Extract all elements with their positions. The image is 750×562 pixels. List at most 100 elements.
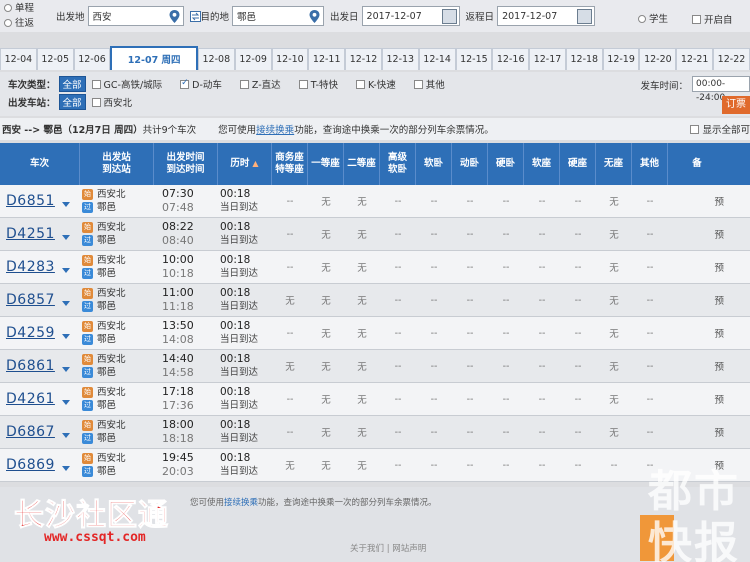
- train-type-option[interactable]: K-快速: [356, 77, 396, 91]
- checkbox-icon[interactable]: [180, 78, 190, 89]
- from-input[interactable]: 西安: [87, 6, 184, 26]
- date-tab[interactable]: 12-12: [345, 48, 382, 70]
- expand-arrow-icon[interactable]: [61, 267, 70, 273]
- train-number-link[interactable]: D4261: [6, 391, 55, 407]
- station-all-button[interactable]: 全部: [58, 94, 86, 110]
- expand-arrow-icon[interactable]: [61, 300, 70, 306]
- train-type-option[interactable]: D-动车: [180, 77, 222, 91]
- seat-availability: --: [574, 228, 582, 240]
- expand-arrow-icon[interactable]: [61, 432, 70, 438]
- date-tab[interactable]: 12-05: [36, 48, 74, 70]
- calendar-icon[interactable]: [577, 9, 593, 24]
- date-tab[interactable]: 12-14: [418, 48, 456, 70]
- table-row[interactable]: D6869 始西安北过鄠邑 19:45 20:03 00:18 当日到达无无无 -- -- --…: [0, 449, 750, 482]
- map-pin-icon[interactable]: [309, 10, 320, 23]
- single-trip-radio[interactable]: 单程: [4, 1, 50, 16]
- map-pin-icon[interactable]: [169, 10, 180, 23]
- calendar-icon[interactable]: [441, 9, 457, 24]
- date-tab[interactable]: 12-11: [308, 48, 346, 70]
- checkbox-icon[interactable]: [692, 15, 701, 24]
- expand-arrow-icon[interactable]: [61, 234, 70, 240]
- checkbox-icon[interactable]: [91, 80, 101, 89]
- train-number-link[interactable]: D6857: [6, 292, 55, 308]
- checkbox-icon[interactable]: [298, 80, 308, 89]
- book-cell[interactable]: 预: [668, 416, 726, 448]
- radio-icon[interactable]: [4, 4, 12, 12]
- date-tab[interactable]: 12-19: [602, 48, 640, 70]
- table-row[interactable]: D6851 始西安北过鄠邑 07:30 07:48 00:18 当日到达 -- 无无 -- -- -…: [0, 185, 750, 218]
- book-cell[interactable]: 预: [668, 284, 726, 316]
- depart-time-select[interactable]: 00:00--24:00: [692, 76, 750, 103]
- checkbox-icon[interactable]: [690, 125, 700, 134]
- table-row[interactable]: D4251 始西安北过鄠邑 08:22 08:40 00:18 当日到达 -- 无无 -- -- -…: [0, 218, 750, 251]
- footer-links[interactable]: 关于我们 | 网站声明: [350, 542, 426, 554]
- book-cell[interactable]: 预: [668, 350, 726, 382]
- return-date-input[interactable]: 2017-12-07: [497, 6, 596, 26]
- train-number-link[interactable]: D6867: [6, 424, 55, 440]
- expand-arrow-icon[interactable]: [61, 201, 70, 207]
- depart-date-input[interactable]: 2017-12-07: [361, 6, 460, 26]
- date-tab[interactable]: 12-09: [234, 48, 272, 70]
- date-tab[interactable]: 12-13: [381, 48, 419, 70]
- open-option-checkbox[interactable]: 开启自: [692, 12, 733, 26]
- expand-arrow-icon[interactable]: [61, 465, 70, 471]
- header-times[interactable]: 出发时间 到达时间: [154, 143, 218, 185]
- sort-up-icon[interactable]: ▲: [252, 158, 258, 170]
- to-input[interactable]: 鄠邑: [232, 6, 325, 26]
- header-duration[interactable]: 历时 ▲: [218, 143, 272, 185]
- student-radio[interactable]: 学生: [638, 11, 668, 25]
- date-tab[interactable]: 12-04: [0, 48, 37, 70]
- train-type-option[interactable]: 其他: [413, 77, 445, 91]
- train-cell: D4261: [0, 383, 80, 415]
- footer-transfer-link[interactable]: 接续换乘: [224, 498, 258, 508]
- date-tab[interactable]: 12-18: [565, 48, 603, 70]
- table-row[interactable]: D6867 始西安北过鄠邑 18:00 18:18 00:18 当日到达 -- 无无 -- -- -…: [0, 416, 750, 449]
- train-type-option[interactable]: T-特快: [298, 77, 338, 91]
- train-number-link[interactable]: D6851: [6, 193, 55, 209]
- seat-availability: --: [538, 393, 546, 405]
- expand-arrow-icon[interactable]: [61, 333, 70, 339]
- transfer-link[interactable]: 接续换乘: [256, 125, 294, 136]
- date-tab[interactable]: 12-17: [529, 48, 566, 70]
- book-cell[interactable]: 预: [668, 251, 726, 283]
- radio-icon[interactable]: [4, 19, 12, 27]
- return-trip-radio[interactable]: 往返: [4, 16, 50, 31]
- swap-icon[interactable]: [189, 10, 201, 22]
- book-cell[interactable]: 预: [668, 185, 726, 217]
- table-row[interactable]: D6861 始西安北过鄠邑 14:40 14:58 00:18 当日到达无无无 -- -- --…: [0, 350, 750, 383]
- expand-arrow-icon[interactable]: [61, 366, 70, 372]
- train-number-link[interactable]: D4259: [6, 325, 55, 341]
- date-tab[interactable]: 12-21: [676, 48, 714, 70]
- date-tab[interactable]: 12-15: [455, 48, 493, 70]
- book-cell[interactable]: 预: [668, 218, 726, 250]
- train-type-all-button[interactable]: 全部: [58, 76, 86, 92]
- table-row[interactable]: D4261 始西安北过鄠邑 17:18 17:36 00:18 当日到达 -- 无无 -- -- -…: [0, 383, 750, 416]
- train-number-link[interactable]: D4283: [6, 259, 55, 275]
- table-row[interactable]: D4259 始西安北过鄠邑 13:50 14:08 00:18 当日到达 -- 无无 -- -- -…: [0, 317, 750, 350]
- show-all-checkbox[interactable]: 显示全部可: [690, 122, 750, 136]
- date-tab[interactable]: 12-20: [639, 48, 677, 70]
- date-tab[interactable]: 12-06: [73, 48, 111, 70]
- table-row[interactable]: D4283 始西安北过鄠邑 10:00 10:18 00:18 当日到达 -- 无无 -- -- -…: [0, 251, 750, 284]
- date-tab[interactable]: 12-08: [197, 48, 235, 70]
- date-tab[interactable]: 12-22: [713, 48, 750, 70]
- train-number-link[interactable]: D4251: [6, 226, 55, 242]
- date-tab[interactable]: 12-16: [492, 48, 530, 70]
- book-cell[interactable]: 预: [668, 317, 726, 349]
- expand-arrow-icon[interactable]: [61, 399, 70, 405]
- date-tab[interactable]: 12-07 周四: [110, 46, 198, 70]
- train-type-option[interactable]: Z-直达: [239, 77, 281, 91]
- table-row[interactable]: D6857 始西安北过鄠邑 11:00 11:18 00:18 当日到达无无无 -- -- --…: [0, 284, 750, 317]
- station-option-xianbei[interactable]: 西安北: [91, 95, 132, 109]
- train-number-link[interactable]: D6861: [6, 358, 55, 374]
- book-button[interactable]: 订票: [722, 96, 750, 114]
- train-type-option[interactable]: GC-高铁/城际: [91, 77, 162, 91]
- book-cell[interactable]: 预: [668, 383, 726, 415]
- date-tab[interactable]: 12-10: [271, 48, 309, 70]
- train-number-link[interactable]: D6869: [6, 457, 55, 473]
- checkbox-icon[interactable]: [356, 80, 366, 89]
- radio-icon[interactable]: [638, 15, 646, 23]
- checkbox-icon[interactable]: [413, 80, 423, 89]
- checkbox-icon[interactable]: [91, 98, 101, 107]
- checkbox-icon[interactable]: [239, 80, 249, 89]
